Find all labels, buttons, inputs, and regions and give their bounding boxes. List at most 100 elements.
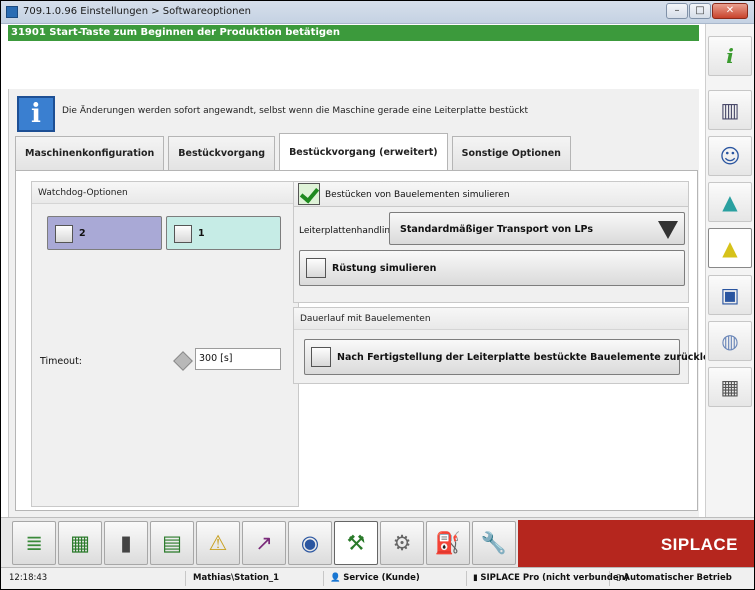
brand-text: SIPLACE	[660, 535, 738, 554]
mode-icon: ▯	[616, 573, 621, 583]
toolbar-camera-button[interactable]: ◉	[288, 521, 332, 565]
status-message-bar: 31901 Start-Taste zum Beginnen der Produ…	[8, 25, 699, 41]
dropdown-arrow-icon	[658, 221, 678, 239]
warning-icon: ⚠	[208, 531, 228, 555]
toolbar-wrench-button[interactable]: 🔧	[472, 521, 516, 565]
sidebar-mc-button[interactable]: ▲	[708, 182, 752, 222]
handling-dropdown[interactable]: Standardmäßiger Transport von LPs	[389, 212, 685, 245]
simulation-group: Bestücken von Bauelementen simulieren Le…	[293, 181, 689, 303]
sidebar-globe-button[interactable]: ◍	[708, 321, 752, 361]
grid-icon: ▦	[70, 531, 90, 555]
watchdog-option-2[interactable]: 2	[47, 216, 162, 250]
toolbar-tools-button[interactable]: ⚒	[334, 521, 378, 565]
continuous-title: Dauerlauf mit Bauelementen	[294, 308, 688, 330]
status-user-text: Service (Kunde)	[343, 573, 420, 583]
window-controls: – □ ✕	[666, 3, 748, 19]
sidebar-info-button[interactable]: i	[708, 36, 752, 76]
watchdog-option-1[interactable]: 1	[166, 216, 281, 250]
tab-bestueckvorgang[interactable]: Bestückvorgang	[168, 136, 276, 170]
status-user: 👤 Service (Kunde)	[327, 571, 467, 586]
gear-icon: ⚙	[392, 531, 412, 555]
info-green-icon: i	[726, 44, 734, 68]
toolbar-bars-button[interactable]: ▮	[104, 521, 148, 565]
watchdog-option-1-box	[174, 225, 192, 243]
toolbar-grid-button[interactable]: ▦	[58, 521, 102, 565]
sidebar-machine-button[interactable]: ▥	[708, 90, 752, 130]
users-icon: ☺	[719, 144, 741, 168]
status-station-text: Mathias\Station_1	[193, 573, 280, 583]
wrench-icon: 🔧	[480, 531, 508, 555]
status-bar: 12:18:43 Mathias\Station_1 👤 Service (Ku…	[1, 567, 754, 589]
chart-icon: ↗	[255, 531, 273, 555]
sidebar-feeders-button[interactable]: ▦	[708, 367, 752, 407]
handling-label: Leiterplattenhandling	[299, 226, 396, 236]
toolbar-gear-button[interactable]: ⚙	[380, 521, 424, 565]
return-components-box	[311, 347, 331, 367]
app-window: 709.1.0.96 Einstellungen > Softwareoptio…	[0, 0, 755, 590]
status-connection-text: SIPLACE Pro (nicht verbunden)	[480, 573, 629, 583]
right-sidebar: i ▥ ☺ ▲ ▲ ▣ ◍ ▦	[705, 24, 754, 517]
status-station: Mathias\Station_1	[190, 571, 324, 586]
return-components-button[interactable]: Nach Fertigstellung der Leiterplatte bes…	[304, 339, 729, 375]
tab-bestueckvorgang-erweitert[interactable]: Bestückvorgang (erweitert)	[279, 133, 448, 170]
toolbar-chart-button[interactable]: ↗	[242, 521, 286, 565]
watchdog-title: Watchdog-Optionen	[32, 182, 298, 204]
tab-panel: Watchdog-Optionen 2 1 Timeout: 300 [s] B…	[15, 170, 729, 511]
maximize-button[interactable]: □	[689, 3, 711, 19]
watchdog-option-2-label: 2	[79, 228, 86, 239]
brand-logo: SIPLACE	[518, 520, 754, 568]
globe-icon: ◍	[721, 329, 739, 353]
spinner-icon[interactable]	[173, 351, 193, 371]
main-content: i Die Änderungen werden sofort angewandt…	[8, 89, 729, 517]
continuous-group: Dauerlauf mit Bauelementen Nach Fertigst…	[293, 307, 729, 384]
handling-dropdown-value: Standardmäßiger Transport von LPs	[400, 224, 593, 235]
toolbar-oil-button[interactable]: ⛽	[426, 521, 470, 565]
status-time: 12:18:43	[6, 571, 186, 586]
simulation-header: Bestücken von Bauelementen simulieren	[293, 181, 689, 207]
info-text: Die Änderungen werden sofort angewandt, …	[62, 106, 529, 116]
monitor-icon: ▣	[720, 283, 740, 307]
window-title: 709.1.0.96 Einstellungen > Softwareoptio…	[23, 6, 251, 17]
tab-maschinenkonfiguration[interactable]: Maschinenkonfiguration	[15, 136, 165, 170]
sw-triangle-icon: ▲	[722, 236, 738, 260]
toolbar-stack-button[interactable]: ≣	[12, 521, 56, 565]
status-mode-text: Automatischer Betrieb	[623, 573, 732, 583]
close-button[interactable]: ✕	[712, 3, 748, 19]
sidebar-sw-button[interactable]: ▲	[708, 228, 752, 268]
toolbar-layout-button[interactable]: ▤	[150, 521, 194, 565]
status-mode: ▯ Automatischer Betrieb	[613, 571, 753, 586]
simulate-checkbox[interactable]	[298, 183, 320, 205]
info-icon: i	[17, 96, 55, 132]
message-area	[8, 41, 699, 89]
feeders-icon: ▦	[720, 375, 740, 399]
watchdog-option-2-box	[55, 225, 73, 243]
simulation-body: Leiterplattenhandling Standardmäßiger Tr…	[293, 207, 689, 303]
title-bar: 709.1.0.96 Einstellungen > Softwareoptio…	[1, 1, 754, 24]
layout-icon: ▤	[162, 531, 182, 555]
minimize-button[interactable]: –	[666, 3, 688, 19]
bottom-toolbar: ≣ ▦ ▮ ▤ ⚠ ↗ ◉ ⚒ ⚙ ⛽ 🔧 SIPLACE	[1, 517, 754, 568]
watchdog-option-1-label: 1	[198, 228, 205, 239]
oilcan-icon: ⛽	[434, 531, 462, 555]
status-connection: ▮ SIPLACE Pro (nicht verbunden)	[470, 571, 629, 586]
app-icon	[6, 6, 18, 18]
server-icon: ▮	[473, 573, 478, 583]
screwdriver-icon: ⚒	[346, 531, 366, 555]
bars-icon: ▮	[120, 531, 132, 555]
setup-simulate-label: Rüstung simulieren	[332, 263, 437, 274]
mc-triangle-icon: ▲	[722, 190, 738, 214]
setup-simulate-button[interactable]: Rüstung simulieren	[299, 250, 685, 286]
return-components-label: Nach Fertigstellung der Leiterplatte bes…	[337, 352, 730, 363]
stack-icon: ≣	[25, 531, 43, 555]
timeout-input[interactable]: 300 [s]	[195, 348, 281, 370]
timeout-label: Timeout:	[40, 356, 83, 367]
watchdog-group: Watchdog-Optionen 2 1 Timeout: 300 [s]	[31, 181, 299, 507]
user-icon: 👤	[330, 573, 341, 583]
tab-strip: Maschinenkonfiguration Bestückvorgang Be…	[15, 133, 575, 170]
tab-sonstige-optionen[interactable]: Sonstige Optionen	[451, 136, 571, 170]
simulate-checkbox-label: Bestücken von Bauelementen simulieren	[325, 190, 510, 200]
sidebar-monitor-button[interactable]: ▣	[708, 275, 752, 315]
sidebar-users-button[interactable]: ☺	[708, 136, 752, 176]
toolbar-warning-button[interactable]: ⚠	[196, 521, 240, 565]
camera-icon: ◉	[300, 531, 320, 555]
